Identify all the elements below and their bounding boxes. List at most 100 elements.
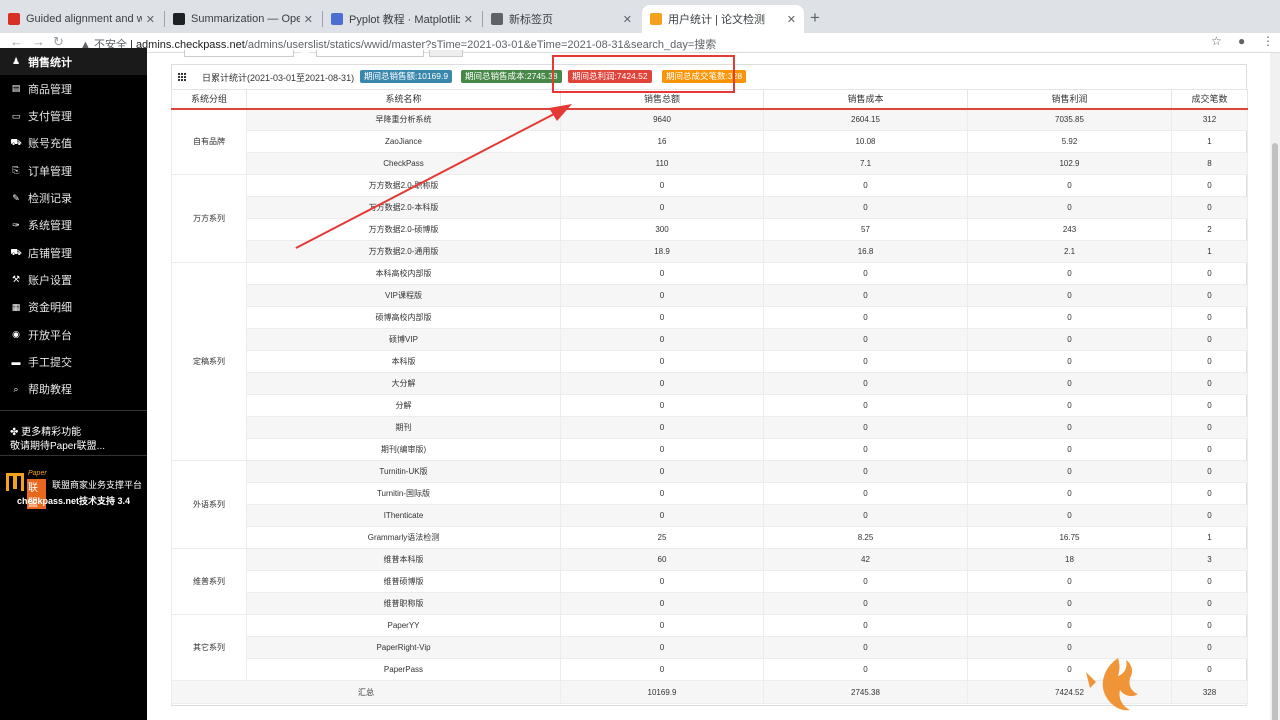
table-cell: 0 [967,504,1172,527]
table-cell: 0 [763,636,968,659]
table-cell: 0 [763,592,968,615]
forward-icon[interactable]: → [32,34,45,49]
table-row: Turnitin-国际版 0 0 0 0 [172,482,1248,505]
browser-tab-5[interactable]: 用户统计 | 论文检测 ✕ [642,5,804,33]
search-button[interactable] [429,50,463,57]
table-row: 分解 0 0 0 0 [172,394,1248,417]
table-cell: 0 [560,174,764,197]
table-cell: CheckPass [246,152,561,175]
sidebar-item-9[interactable]: ⚒ 账户设置 [0,266,147,293]
table-cell: 0 [763,196,968,219]
table-cell: 万方数据2.0-本科版 [246,196,561,219]
bookmark-star-icon[interactable]: ☆ [1211,34,1222,48]
table-cell: 0 [763,416,968,439]
search-icon: ⌕ [13,383,19,394]
bookmark-icon [8,13,20,25]
table-cell: 0 [967,174,1172,197]
table-cell: 0 [967,306,1172,329]
group-cell: 外语系列 [171,460,247,549]
menu-icon[interactable]: ⋮ [1262,34,1274,48]
panel-title: 日累计统计(2021-03-01至2021-08-31) [202,73,355,83]
table-cell: 0 [967,438,1172,461]
sidebar-item-3[interactable]: ▭ 支付管理 [0,103,147,130]
table-cell: 0 [763,504,968,527]
sidebar-item-1[interactable]: ♟ 销售统计 [0,48,147,75]
table-cell: 42 [763,548,968,571]
table-cell: 0 [1171,284,1248,307]
sidebar-item-5[interactable]: ⎘ 订单管理 [0,157,147,184]
table-row: 硕博高校内部版 0 0 0 0 [172,306,1248,329]
table-cell: 0 [967,482,1172,505]
table-row: 万方系列 万方数据2.0-职称版 0 0 0 0 [171,174,1248,263]
new-tab-button[interactable]: + [810,8,820,28]
table-cell: 期刊(编审版) [246,438,561,461]
table-cell: 57 [763,218,968,241]
table-cell: 维普硕博版 [246,570,561,593]
table-cell: 8 [1171,152,1248,175]
user-icon: ♟ [11,56,21,66]
scroll-thumb[interactable] [1272,143,1278,720]
table-cell: 0 [967,196,1172,219]
table-cell: 硕博VIP [246,328,561,351]
highlight-box [552,55,735,93]
table-cell: 万方数据2.0-硕博版 [246,218,561,241]
table-cell: 0 [560,306,764,329]
table-cell: 0 [560,658,764,681]
table-cell: 0 [967,350,1172,373]
sidebar-item-2[interactable]: ▤ 商品管理 [0,75,147,102]
browser-tab-2[interactable]: Summarization — OpenNMT-py ✕ [165,5,321,33]
start-date-input[interactable] [184,50,294,57]
table-row: 万方数据2.0-本科版 0 0 0 0 [172,196,1248,219]
close-icon[interactable]: ✕ [787,13,796,26]
sidebar-item-label: 店铺管理 [28,247,72,260]
sales-stats-table: 系统分组 系统名称 销售总额 销售成本 销售利润 成交笔数 自有品牌 早降重分析系统 9640… [171,89,1248,704]
table-cell: 0 [967,592,1172,615]
table-cell: 0 [560,636,764,659]
table-cell: 7.1 [763,152,968,175]
browser-tab-3[interactable]: Pyplot 教程 · Matplotlib 用户指南 ✕ [323,5,481,33]
sidebar-divider [0,455,147,456]
sidebar-item-8[interactable]: ⛟ 店铺管理 [0,239,147,266]
table-cell: 大分解 [246,372,561,395]
table-cell: 102.9 [967,152,1172,175]
browser-tab-1[interactable]: Guided alignment and weighted ✕ [0,5,163,33]
sidebar-item-11[interactable]: ◉ 开放平台 [0,321,147,348]
sidebar: ✤ 更多精彩功能 敬请期待Paper联盟... ♟ 销售统计 ▤ 商品管理 ▭ 支付管理 ⛟… [0,48,147,720]
table-cell: 0 [1171,570,1248,593]
sidebar-item-4[interactable]: ⛟ 账号充值 [0,130,147,157]
browser-tab-4[interactable]: 新标签页 ✕ [483,5,640,33]
close-icon[interactable]: ✕ [304,13,313,26]
sidebar-item-label: 账户设置 [28,274,72,287]
close-icon[interactable]: ✕ [464,13,473,26]
summary-badge-1: 期间总销售额:10169.9 [360,70,453,83]
sidebar-item-6[interactable]: ✎ 检测记录 [0,185,147,212]
table-cell: 18 [967,548,1172,571]
sidebar-item-13[interactable]: ⌕ 帮助教程 [0,376,147,403]
end-date-input[interactable] [316,50,424,57]
table-row: 期刊 0 0 0 0 [172,416,1248,439]
table-cell: 0 [560,482,764,505]
table-icon: ▦ [11,301,21,312]
scrollbar[interactable] [1270,53,1280,720]
table-row: 万方数据2.0-硕博版 300 57 243 2 [172,218,1248,241]
table-cell: 0 [763,350,968,373]
table-row: 硕博VIP 0 0 0 0 [172,328,1248,351]
sidebar-item-10[interactable]: ▦ 资金明细 [0,294,147,321]
group-cell: 其它系列 [171,614,247,681]
table-cell: 0 [1171,592,1248,615]
sidebar-item-12[interactable]: ▬ 手工提交 [0,348,147,375]
table-cell: 0 [967,614,1172,637]
table-cell: 0 [1171,504,1248,527]
profile-icon[interactable]: ● [1238,34,1245,48]
table-cell: 10.08 [763,130,968,153]
table-cell: 万方数据2.0-职称版 [246,174,561,197]
table-cell: 0 [967,570,1172,593]
table-cell: 0 [560,394,764,417]
close-icon[interactable]: ✕ [623,13,632,26]
table-cell: 0 [1171,262,1248,285]
close-icon[interactable]: ✕ [146,13,155,26]
back-icon[interactable]: ← [10,34,23,49]
table-row: 外语系列 Turnitin-UK版 0 0 0 0 [171,460,1248,549]
sidebar-item-7[interactable]: ✑ 系统管理 [0,212,147,239]
table-cell: 0 [560,350,764,373]
